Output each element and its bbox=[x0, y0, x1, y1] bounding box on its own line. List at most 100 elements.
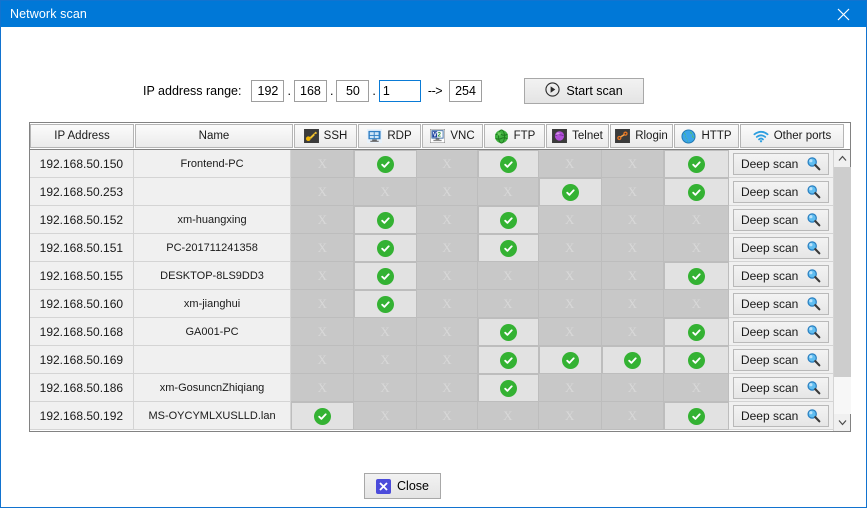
column-header-ssh[interactable]: SSH bbox=[294, 124, 357, 148]
cell-ftp-open bbox=[477, 150, 539, 178]
column-header-other[interactable]: Other ports bbox=[740, 124, 844, 148]
cell-rlogin-closed: X bbox=[601, 262, 665, 290]
x-icon: X bbox=[627, 211, 638, 227]
cell-rdp-closed: X bbox=[354, 402, 418, 430]
cell-http-closed: X bbox=[664, 206, 730, 234]
deep-scan-button[interactable]: Deep scan bbox=[733, 180, 829, 203]
column-header-http[interactable]: HTTP bbox=[674, 124, 739, 148]
cell-http-open bbox=[664, 150, 730, 178]
deep-scan-button[interactable]: Deep scan bbox=[733, 152, 829, 175]
x-icon: X bbox=[564, 155, 575, 171]
deep-scan-label: Deep scan bbox=[740, 156, 799, 171]
table-row[interactable]: 192.168.50.169 X X X Deep scan bbox=[30, 346, 833, 374]
x-icon: X bbox=[691, 211, 702, 227]
scrollbar-track[interactable] bbox=[833, 167, 851, 414]
check-icon bbox=[688, 183, 706, 201]
octet-separator: . bbox=[329, 84, 334, 98]
column-header-rlogin[interactable]: Rlogin bbox=[610, 124, 673, 148]
column-header-name[interactable]: Name bbox=[135, 124, 293, 148]
magnifier-icon bbox=[806, 380, 821, 395]
cell-ip: 192.168.50.192 bbox=[30, 402, 134, 430]
table-row[interactable]: 192.168.50.152 xm-huangxing X X X X X Deep scan bbox=[30, 206, 833, 234]
octet-1-input[interactable] bbox=[251, 80, 285, 102]
cell-ip: 192.168.50.253 bbox=[30, 178, 134, 206]
cell-ftp-closed: X bbox=[477, 290, 539, 318]
deep-scan-button[interactable]: Deep scan bbox=[733, 320, 829, 343]
cell-other-ports: Deep scan bbox=[729, 234, 833, 262]
column-header-telnet[interactable]: Telnet bbox=[546, 124, 609, 148]
cell-ftp-open bbox=[477, 346, 539, 374]
column-header-vnc[interactable]: V 2 VNC bbox=[422, 124, 483, 148]
close-button[interactable]: Close bbox=[364, 473, 441, 499]
start-scan-button[interactable]: Start scan bbox=[524, 78, 645, 104]
column-header-ip[interactable]: IP Address bbox=[30, 124, 134, 148]
deep-scan-button[interactable]: Deep scan bbox=[733, 348, 829, 371]
check-icon bbox=[688, 351, 706, 369]
check-icon bbox=[499, 379, 517, 397]
scroll-up-button[interactable] bbox=[834, 150, 851, 167]
cell-rlogin-open bbox=[601, 346, 665, 374]
vertical-scrollbar[interactable] bbox=[833, 150, 851, 431]
deep-scan-button[interactable]: Deep scan bbox=[733, 264, 829, 287]
check-icon bbox=[499, 211, 517, 229]
deep-scan-button[interactable]: Deep scan bbox=[733, 404, 829, 427]
x-icon: X bbox=[317, 323, 327, 339]
cell-telnet-closed: X bbox=[538, 374, 602, 402]
deep-scan-button[interactable]: Deep scan bbox=[733, 292, 829, 315]
window-close-button[interactable] bbox=[820, 1, 866, 27]
table-row[interactable]: 192.168.50.253 X X X X X Deep scan bbox=[30, 178, 833, 206]
table-row[interactable]: 192.168.50.160 xm-jianghui X X X X X X Deep scan bbox=[30, 290, 833, 318]
cell-vnc-closed: X bbox=[417, 290, 478, 318]
column-header-label: IP Address bbox=[54, 130, 110, 142]
magnifier-icon bbox=[806, 212, 821, 227]
cell-ftp-open bbox=[477, 206, 539, 234]
table-row[interactable]: 192.168.50.168 GA001-PC X X X X X Deep scan bbox=[30, 318, 833, 346]
cell-vnc-closed: X bbox=[417, 150, 478, 178]
cell-ip: 192.168.50.186 bbox=[30, 374, 134, 402]
column-header-label: Other ports bbox=[773, 130, 832, 142]
column-header-ftp[interactable]: FTP bbox=[484, 124, 545, 148]
cell-telnet-closed: X bbox=[538, 150, 602, 178]
x-icon: X bbox=[627, 295, 638, 311]
check-icon bbox=[688, 407, 706, 425]
range-end-input[interactable] bbox=[449, 80, 483, 102]
cell-ssh-open bbox=[291, 402, 355, 430]
cell-http-open bbox=[664, 178, 730, 206]
cell-vnc-closed: X bbox=[417, 206, 478, 234]
table-body: 192.168.50.150 Frontend-PC X X X X Deep scan 19… bbox=[30, 150, 833, 431]
cell-ip: 192.168.50.160 bbox=[30, 290, 134, 318]
globe-blue-icon bbox=[681, 128, 697, 144]
check-icon bbox=[499, 323, 517, 341]
table-row[interactable]: 192.168.50.186 xm-GosuncnZhiqiang X X X X X X De… bbox=[30, 374, 833, 402]
cell-ssh-closed: X bbox=[291, 234, 355, 262]
table-row[interactable]: 192.168.50.150 Frontend-PC X X X X Deep scan bbox=[30, 150, 833, 178]
range-start-input[interactable] bbox=[378, 80, 421, 102]
scroll-down-button[interactable] bbox=[834, 414, 851, 431]
cell-ssh-closed: X bbox=[291, 178, 355, 206]
x-icon: X bbox=[442, 295, 452, 311]
scrollbar-thumb[interactable] bbox=[833, 167, 851, 377]
cell-http-open bbox=[664, 262, 730, 290]
cell-http-open bbox=[664, 318, 730, 346]
cell-other-ports: Deep scan bbox=[729, 318, 833, 346]
column-header-label: Telnet bbox=[572, 130, 603, 142]
table-row[interactable]: 192.168.50.192 MS-OYCYMLXUSLLD.lan X X X X X De… bbox=[30, 402, 833, 430]
cell-vnc-closed: X bbox=[417, 402, 478, 430]
cell-rdp-open bbox=[354, 290, 418, 318]
vnc-icon: V2 bbox=[430, 129, 446, 143]
monitor-icon bbox=[367, 129, 383, 143]
magnifier-icon bbox=[806, 324, 821, 339]
column-header-rdp[interactable]: RDP bbox=[358, 124, 421, 148]
octet-3-input[interactable] bbox=[336, 80, 370, 102]
deep-scan-button[interactable]: Deep scan bbox=[733, 236, 829, 259]
cell-other-ports: Deep scan bbox=[729, 374, 833, 402]
cell-telnet-closed: X bbox=[538, 290, 602, 318]
table-row[interactable]: 192.168.50.151 PC-201711241358 X X X X X Deep s… bbox=[30, 234, 833, 262]
table-row[interactable]: 192.168.50.155 DESKTOP-8LS9DD3 X X X X X Deep s… bbox=[30, 262, 833, 290]
deep-scan-button[interactable]: Deep scan bbox=[733, 208, 829, 231]
x-icon: X bbox=[564, 407, 575, 423]
deep-scan-button[interactable]: Deep scan bbox=[733, 376, 829, 399]
table-header-row: IP Address Name SSH RDP V 2 VNC FTP Telnet Rlogin… bbox=[30, 123, 850, 150]
octet-2-input[interactable] bbox=[293, 80, 327, 102]
cell-vnc-closed: X bbox=[417, 374, 478, 402]
